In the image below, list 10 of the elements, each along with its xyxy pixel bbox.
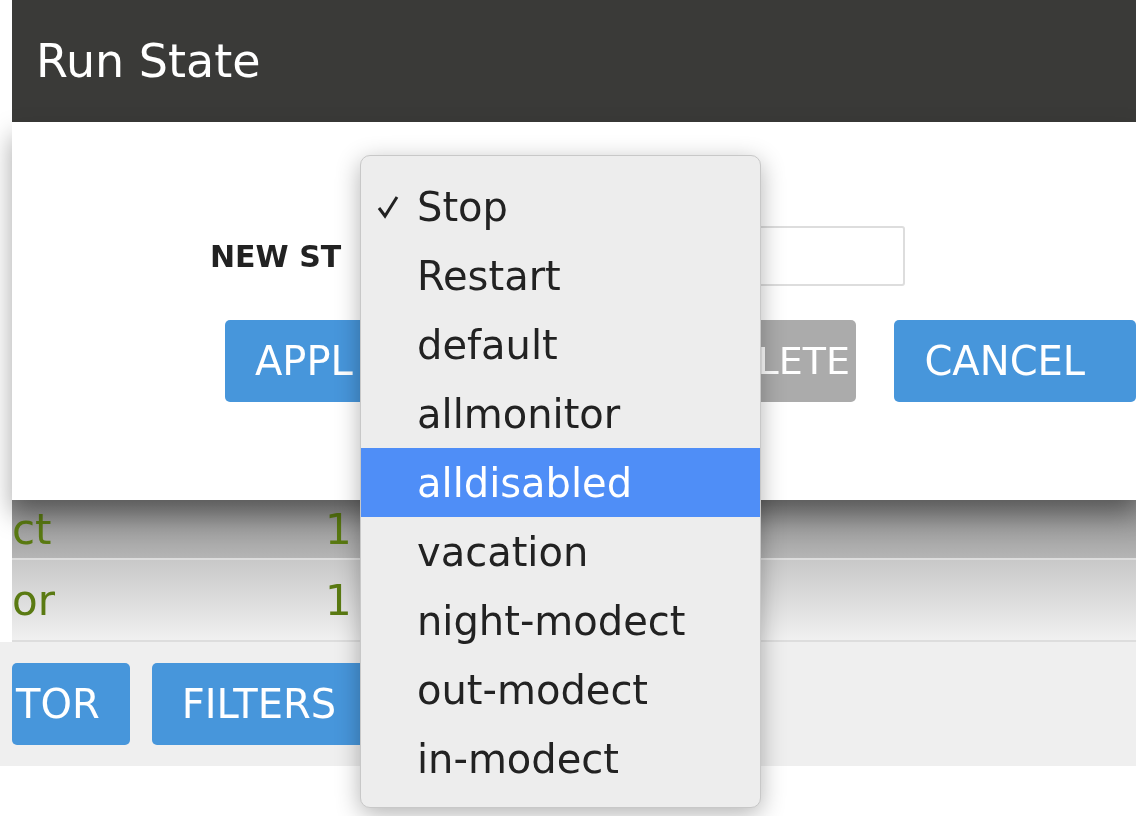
menu-item[interactable]: Restart [361,241,760,310]
field-label: NEW ST [210,238,343,274]
table-cell-text: 1 [325,575,353,625]
table-cell-text: ct [12,504,53,554]
menu-item[interactable]: vacation [361,517,760,586]
table-cell-text: 1 [325,504,353,554]
menu-item[interactable]: Stop [361,172,760,241]
dialog-title: Run State [36,34,261,88]
table-cell-text: or [12,575,56,625]
menu-item[interactable]: night-modect [361,586,760,655]
